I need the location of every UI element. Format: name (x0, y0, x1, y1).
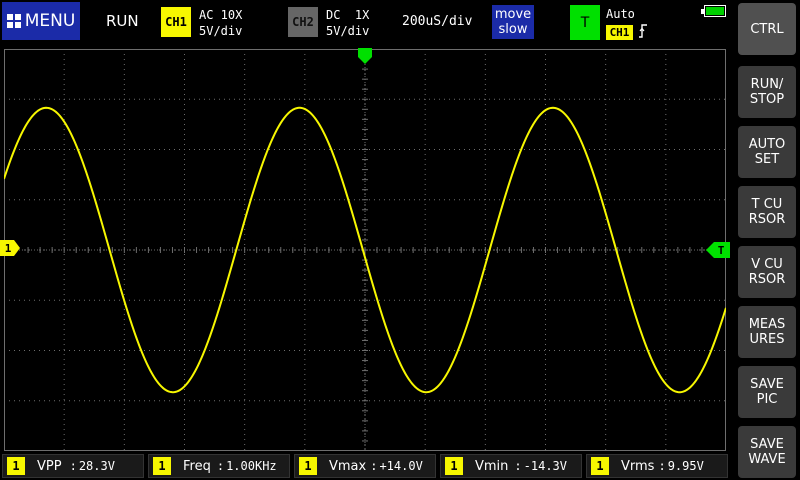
trigger-position-marker[interactable] (357, 48, 373, 65)
timebase[interactable]: 200uS/div (402, 14, 472, 29)
run-status[interactable]: RUN (106, 12, 139, 30)
measure-label: Vmax (329, 458, 367, 474)
waveform-display[interactable]: 1 T (0, 48, 730, 451)
measure-channel-badge: 1 (7, 457, 25, 475)
battery-icon (701, 5, 726, 17)
measure-value: 9.95V (667, 459, 704, 473)
trigger-mode[interactable]: Auto (606, 7, 635, 21)
ch1-marker-label: 1 (5, 242, 12, 255)
ch1-level-marker[interactable]: 1 (0, 240, 22, 256)
measure-value: 28.3V (78, 459, 115, 473)
measure-label: Vmin (475, 458, 509, 474)
measure-channel-badge: 1 (299, 457, 317, 475)
grid-menu-icon (6, 14, 21, 28)
rising-edge-icon[interactable] (638, 24, 648, 42)
measure-sep: : (658, 459, 666, 473)
ch1-coupling: AC 10X (199, 8, 243, 22)
measure-freq[interactable]: 1 Freq : 1.00KHz (148, 454, 290, 478)
measure-vrms[interactable]: 1 Vrms : 9.95V (586, 454, 728, 478)
measure-channel-badge: 1 (591, 457, 609, 475)
save-wave-button[interactable]: SAVE WAVE (738, 426, 796, 478)
measures-button[interactable]: MEAS URES (738, 306, 796, 358)
measure-channel-badge: 1 (153, 457, 171, 475)
scope-graticule (4, 49, 726, 451)
battery-level (706, 7, 724, 15)
t-cursor-button[interactable]: T CU RSOR (738, 186, 796, 238)
save-pic-button[interactable]: SAVE PIC (738, 366, 796, 418)
ch2-badge[interactable]: CH2 (288, 7, 318, 37)
trigger-level-marker[interactable]: T (706, 242, 730, 258)
control-sidebar: CTRL RUN/ STOP AUTO SET T CU RSOR V CU R… (735, 0, 800, 480)
ctrl-button[interactable]: CTRL (738, 3, 796, 55)
auto-set-button[interactable]: AUTO SET (738, 126, 796, 178)
menu-label: MENU (24, 11, 76, 31)
ch2-coupling: DC 1X (326, 8, 370, 22)
measure-label: Vrms (621, 458, 655, 474)
measure-sep: : (514, 459, 522, 473)
measure-vmax[interactable]: 1 Vmax : +14.0V (294, 454, 436, 478)
measure-sep: : (370, 459, 378, 473)
measure-value: 1.00KHz (226, 459, 277, 473)
measure-vmin[interactable]: 1 Vmin : -14.3V (440, 454, 582, 478)
move-speed-label: slow (498, 22, 528, 37)
top-status-bar: MENU RUN CH1 AC 10X 5V/div CH2 DC 1X 5V/… (0, 0, 735, 44)
ch1-badge[interactable]: CH1 (161, 7, 191, 37)
ch2-settings[interactable]: DC 1X 5V/div (326, 7, 369, 39)
measure-channel-badge: 1 (445, 457, 463, 475)
v-cursor-button[interactable]: V CU RSOR (738, 246, 796, 298)
measure-label: VPP (37, 458, 62, 474)
measure-sep: : (216, 459, 225, 473)
measure-sep: : (69, 459, 77, 473)
menu-button[interactable]: MENU (2, 2, 80, 40)
measure-label: Freq (183, 458, 211, 474)
ch1-scale: 5V/div (199, 24, 243, 38)
move-label: move (494, 7, 532, 22)
measure-value: -14.3V (523, 459, 568, 473)
measurement-bar: 1 VPP : 28.3V 1 Freq : 1.00KHz 1 Vmax : … (0, 452, 735, 480)
ch2-scale: 5V/div (326, 24, 370, 38)
measure-value: +14.0V (379, 459, 423, 473)
trigger-badge[interactable]: T (570, 5, 600, 40)
run-stop-button[interactable]: RUN/ STOP (738, 66, 796, 118)
measure-vpp[interactable]: 1 VPP : 28.3V (2, 454, 144, 478)
move-speed-button[interactable]: move slow (492, 5, 534, 39)
trigger-source[interactable]: CH1 (606, 25, 633, 40)
trigger-marker-label: T (718, 244, 725, 257)
ch1-settings[interactable]: AC 10X 5V/div (199, 7, 242, 39)
